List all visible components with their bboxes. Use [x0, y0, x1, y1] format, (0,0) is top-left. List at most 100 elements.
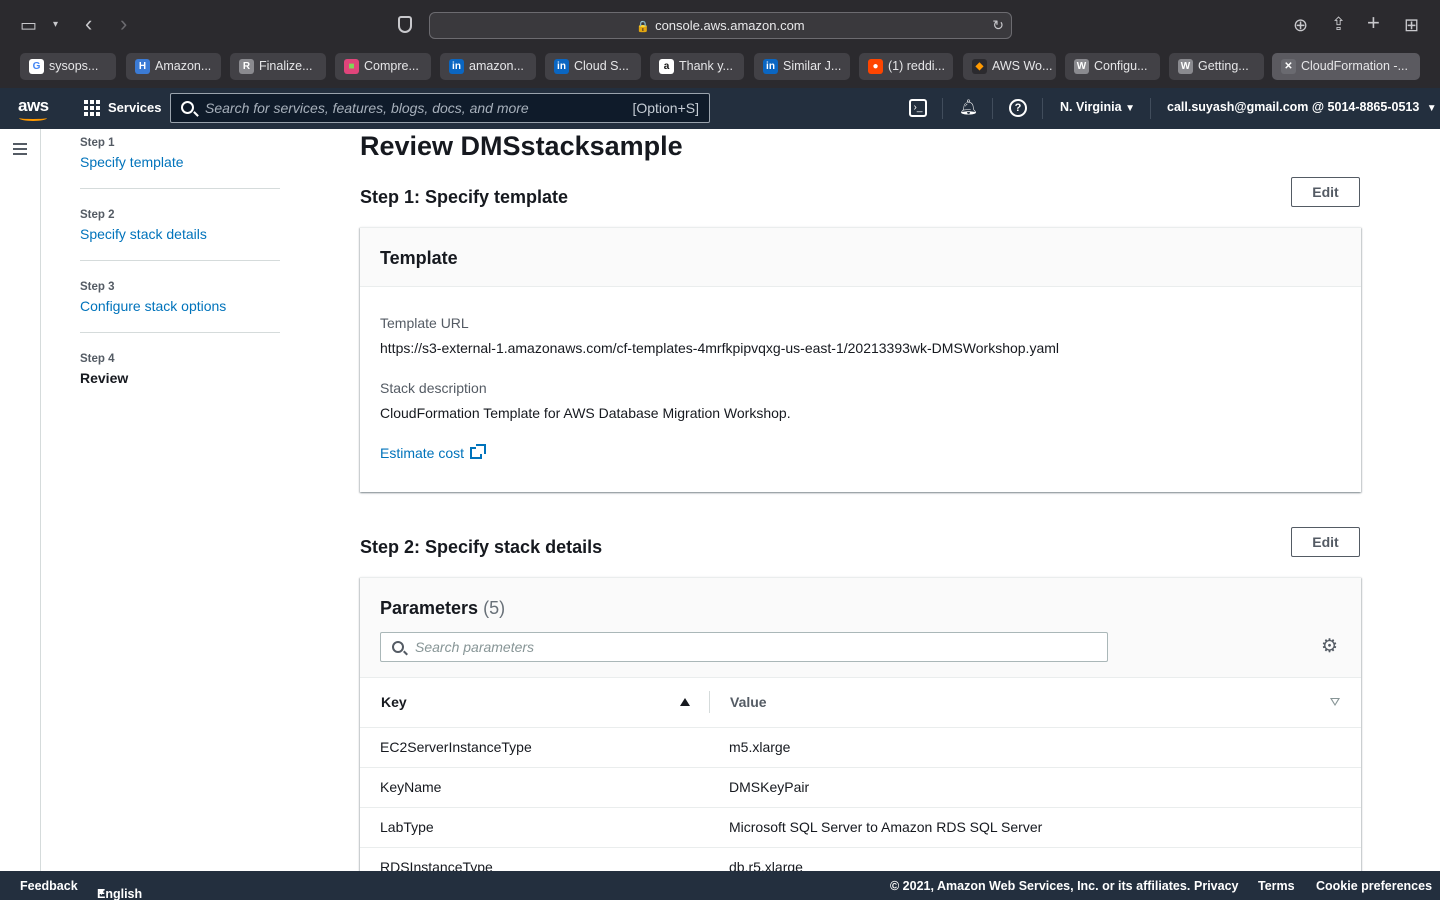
region-selector[interactable]: N. Virginia ▼: [1060, 100, 1135, 114]
browser-tab[interactable]: H Amazon...: [126, 53, 221, 80]
sort-ascending-icon[interactable]: [680, 698, 690, 706]
param-key: EC2ServerInstanceType: [380, 739, 532, 755]
aws-smile-icon: [19, 115, 47, 121]
nav-divider: [1150, 98, 1151, 119]
browser-tab-label: amazon...: [469, 59, 524, 73]
browser-tab[interactable]: a Thank y...: [650, 53, 744, 80]
new-tab-icon[interactable]: +: [1367, 12, 1380, 34]
estimate-cost-label: Estimate cost: [380, 445, 465, 461]
browser-tab-label: AWS Wo...: [992, 59, 1053, 73]
caret-down-icon: ▼: [1426, 103, 1437, 114]
region-label: N. Virginia: [1060, 100, 1122, 114]
browser-tab-label: Cloud S...: [574, 59, 629, 73]
address-bar[interactable]: 🔒 console.aws.amazon.com ↻: [429, 12, 1012, 39]
sort-descending-icon[interactable]: [1330, 698, 1340, 706]
tab-favicon-icon: ■: [344, 59, 359, 74]
browser-tab[interactable]: ■ Compre...: [335, 53, 431, 80]
browser-tab[interactable]: Gsysops...: [20, 53, 116, 80]
wizard-step-current-review: Review: [80, 370, 129, 386]
tab-overview-icon[interactable]: ⊞: [1404, 15, 1419, 35]
browser-tab-label: Amazon...: [155, 59, 212, 73]
tab-favicon-icon: ✕: [1281, 59, 1296, 74]
wizard-step-3: Step 3 Configure stack options: [80, 281, 280, 314]
hamburger-menu-icon[interactable]: [13, 143, 27, 155]
browser-tab-label: Finalize...: [259, 59, 313, 73]
shield-icon[interactable]: [398, 16, 412, 33]
url-text: console.aws.amazon.com: [655, 18, 805, 33]
side-nav-rail: [0, 129, 41, 871]
tab-favicon-icon: G: [29, 59, 44, 74]
services-grid-icon[interactable]: [84, 100, 100, 116]
browser-tab-label: Compre...: [364, 59, 419, 73]
console-footer: Feedback English (US) ▼ © 2021, Amazon W…: [0, 871, 1440, 900]
browser-tab[interactable]: ✕ CloudFormation -...: [1272, 53, 1420, 80]
privacy-link[interactable]: Privacy: [1194, 879, 1238, 893]
nav-divider: [1042, 98, 1043, 119]
nav-divider: [992, 98, 993, 119]
edit-step2-button[interactable]: Edit: [1291, 527, 1360, 557]
terms-link[interactable]: Terms: [1258, 879, 1295, 893]
tab-favicon-icon: ◆: [972, 59, 987, 74]
browser-tab[interactable]: in Cloud S...: [545, 53, 641, 80]
browser-tab[interactable]: ● (1) reddi...: [859, 53, 953, 80]
lock-icon: 🔒: [636, 21, 651, 33]
browser-chrome: ▭ ▾ ‹ › 🔒 console.aws.amazon.com ↻ ⊕ ⇪ + …: [0, 0, 1440, 88]
caret-down-icon: ▼: [97, 887, 106, 897]
browser-tab[interactable]: in amazon...: [440, 53, 536, 80]
cloudshell-icon[interactable]: ›_: [909, 99, 927, 117]
wizard-step-number: Step 2: [80, 209, 115, 221]
browser-tab[interactable]: in Similar J...: [754, 53, 850, 80]
wizard-step-link-stack-options[interactable]: Configure stack options: [80, 298, 280, 314]
cookie-preferences-link[interactable]: Cookie preferences: [1316, 879, 1432, 893]
edit-step1-button[interactable]: Edit: [1291, 177, 1360, 207]
sidebar-toggle-icon[interactable]: ▭: [20, 15, 37, 35]
wizard-step-link-stack-details[interactable]: Specify stack details: [80, 226, 280, 242]
search-shortcut: [Option+S]: [632, 100, 699, 116]
param-value: Microsoft SQL Server to Amazon RDS SQL S…: [729, 819, 1043, 835]
browser-tab[interactable]: W Configu...: [1065, 53, 1160, 80]
forward-icon[interactable]: ›: [120, 13, 127, 35]
browser-tab[interactable]: ◆ AWS Wo...: [963, 53, 1056, 80]
download-icon[interactable]: ⊕: [1293, 15, 1308, 35]
template-panel: Template Template URL https://s3-externa…: [360, 227, 1361, 492]
account-menu[interactable]: call.suyash@gmail.com @ 5014-8865-0513 ▼: [1167, 100, 1437, 114]
share-icon[interactable]: ⇪: [1331, 14, 1346, 34]
external-link-icon: [470, 444, 487, 459]
reload-icon[interactable]: ↻: [992, 13, 1004, 38]
search-parameters-input[interactable]: Search parameters: [380, 632, 1108, 662]
account-label: call.suyash@gmail.com @ 5014-8865-0513: [1167, 100, 1420, 114]
browser-toolbar: ▭ ▾ ‹ › 🔒 console.aws.amazon.com ↻ ⊕ ⇪ + …: [0, 0, 1440, 50]
stack-description-value: CloudFormation Template for AWS Database…: [380, 405, 791, 421]
wizard-step-link-specify-template[interactable]: Specify template: [80, 154, 280, 170]
back-icon[interactable]: ‹: [85, 13, 92, 35]
param-value: DMSKeyPair: [729, 779, 810, 795]
estimate-cost-link[interactable]: Estimate cost: [380, 444, 487, 461]
aws-logo[interactable]: aws: [18, 96, 49, 121]
gear-icon[interactable]: ⚙: [1321, 637, 1338, 656]
search-icon: [181, 101, 194, 114]
wizard-step-2: Step 2 Specify stack details: [80, 209, 280, 242]
tab-strip: Gsysops... H Amazon... R Finalize... ■ Compre.…: [0, 50, 1440, 88]
wizard-divider: [80, 260, 280, 261]
search-parameters-placeholder: Search parameters: [415, 639, 535, 655]
tab-favicon-icon: W: [1074, 59, 1089, 74]
parameters-count: (5): [483, 598, 506, 618]
aws-search-input[interactable]: Search for services, features, blogs, do…: [170, 93, 710, 123]
bell-icon[interactable]: 🔔︎: [959, 99, 978, 117]
chevron-down-icon[interactable]: ▾: [53, 15, 58, 35]
column-header-key[interactable]: Key: [381, 694, 407, 710]
tab-favicon-icon: in: [449, 59, 464, 74]
help-icon[interactable]: ?: [1009, 99, 1027, 117]
browser-tab[interactable]: W Getting...: [1169, 53, 1264, 80]
column-header-value[interactable]: Value: [730, 694, 767, 710]
step2-heading: Step 2: Specify stack details: [360, 537, 603, 557]
browser-tab-label: Similar J...: [783, 59, 842, 73]
browser-tab[interactable]: R Finalize...: [230, 53, 326, 80]
services-menu[interactable]: Services: [108, 100, 162, 115]
aws-search-placeholder: Search for services, features, blogs, do…: [205, 100, 529, 116]
tab-favicon-icon: in: [763, 59, 778, 74]
wizard-divider: [80, 188, 280, 189]
template-url-label: Template URL: [380, 315, 469, 331]
feedback-link[interactable]: Feedback: [20, 879, 78, 893]
param-key: LabType: [380, 819, 434, 835]
